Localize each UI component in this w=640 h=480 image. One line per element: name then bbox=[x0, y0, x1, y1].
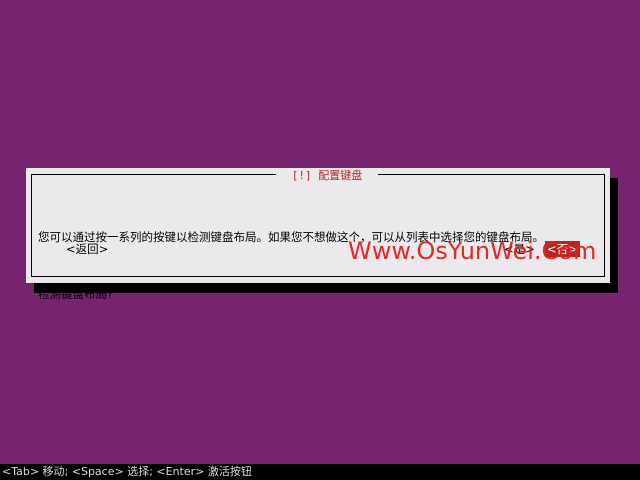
installer-screen: [!] 配置键盘 您可以通过按一系列的按键以检测键盘布局。如果您不想做这个，可以… bbox=[0, 0, 640, 480]
status-bar: <Tab> 移动; <Space> 选择; <Enter> 激活按钮 bbox=[0, 464, 640, 480]
dialog-question: 检测键盘布局? bbox=[38, 287, 114, 301]
dialog-title: [!] 配置键盘 bbox=[276, 170, 378, 182]
dialog-body: 您可以通过按一系列的按键以检测键盘布局。如果您不想做这个，可以从列表中选择您的键… bbox=[38, 190, 598, 342]
back-button[interactable]: <返回> bbox=[64, 241, 110, 257]
watermark-text: Www.OsYunWei.Com bbox=[348, 237, 597, 265]
